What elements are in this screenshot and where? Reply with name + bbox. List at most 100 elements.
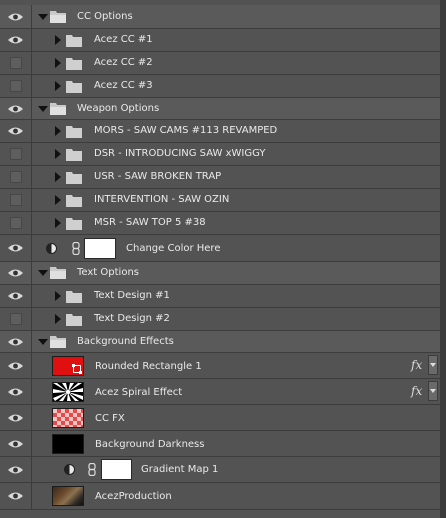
expand-arrow-icon[interactable] <box>55 291 61 301</box>
layer-name: Acez CC #1 <box>94 34 153 45</box>
visibility-toggle[interactable] <box>0 308 32 330</box>
layer-mask-thumbnail[interactable] <box>84 238 116 259</box>
layer-name: DSR - INTRODUCING SAW xWIGGY <box>94 148 266 159</box>
eye-icon <box>8 269 23 277</box>
hidden-box-icon <box>9 194 22 206</box>
layer-name: CC FX <box>95 413 125 424</box>
layer-folder-acez-cc-2[interactable]: Acez CC #2 <box>0 52 446 75</box>
visibility-toggle[interactable] <box>0 353 32 378</box>
eye-icon <box>8 292 23 300</box>
collapse-arrow-icon[interactable] <box>38 106 48 112</box>
layer-folder-dsr[interactable]: DSR - INTRODUCING SAW xWIGGY <box>0 143 446 166</box>
layer-folder-acez-cc-3[interactable]: Acez CC #3 <box>0 75 446 98</box>
effects-expand-icon[interactable] <box>428 355 438 375</box>
link-chain-icon[interactable] <box>72 242 80 255</box>
visibility-toggle[interactable] <box>0 431 32 456</box>
visibility-toggle[interactable] <box>0 98 32 119</box>
visibility-toggle[interactable] <box>0 285 32 307</box>
folder-icon <box>66 195 82 207</box>
eye-icon <box>8 466 23 473</box>
visibility-toggle[interactable] <box>0 405 32 430</box>
collapse-arrow-icon[interactable] <box>38 270 48 276</box>
adjustment-layer-icon <box>64 464 75 475</box>
layer-name: Gradient Map 1 <box>141 464 219 475</box>
collapse-arrow-icon[interactable] <box>38 339 48 345</box>
adjustment-layer-icon <box>46 243 57 254</box>
layer-group-cc-options[interactable]: CC Options <box>0 5 446 29</box>
layer-folder-intervention[interactable]: INTERVENTION - SAW OZIN <box>0 189 446 212</box>
layer-effects-fx-icon[interactable]: fx <box>411 358 422 372</box>
layer-effects-fx-icon[interactable]: fx <box>411 384 422 398</box>
eye-icon <box>8 362 23 369</box>
eye-icon <box>8 127 23 135</box>
layer-acezproduction[interactable]: AcezProduction <box>0 483 446 510</box>
link-chain-icon[interactable] <box>88 463 96 476</box>
expand-arrow-icon[interactable] <box>55 172 61 182</box>
folder-icon <box>66 81 82 93</box>
visibility-toggle[interactable] <box>0 457 32 482</box>
layer-name: MORS - SAW CAMS #113 REVAMPED <box>94 125 278 136</box>
expand-arrow-icon[interactable] <box>55 126 61 136</box>
layer-folder-mors[interactable]: MORS - SAW CAMS #113 REVAMPED <box>0 120 446 143</box>
layer-name: INTERVENTION - SAW OZIN <box>94 194 230 205</box>
expand-arrow-icon[interactable] <box>55 195 61 205</box>
layer-acez-spiral-effect[interactable]: Acez Spiral Effect fx <box>0 379 446 405</box>
folder-icon <box>66 58 82 70</box>
layers-panel: CC Options Acez CC #1 Acez CC #2 Acez CC… <box>0 0 446 518</box>
visibility-toggle[interactable] <box>0 166 32 188</box>
layer-adjustment-gradient-map-1[interactable]: Gradient Map 1 <box>0 457 446 483</box>
visibility-toggle[interactable] <box>0 5 32 28</box>
visibility-toggle[interactable] <box>0 75 32 97</box>
visibility-toggle[interactable] <box>0 143 32 165</box>
layer-cc-fx[interactable]: CC FX <box>0 405 446 431</box>
visibility-toggle[interactable] <box>0 483 32 509</box>
visibility-toggle[interactable] <box>0 212 32 234</box>
folder-open-icon <box>50 103 66 115</box>
eye-icon <box>8 36 23 44</box>
layer-name: Weapon Options <box>77 103 160 114</box>
folder-open-icon <box>50 336 66 348</box>
eye-icon <box>8 492 23 500</box>
layer-folder-acez-cc-1[interactable]: Acez CC #1 <box>0 29 446 52</box>
expand-arrow-icon[interactable] <box>55 81 61 91</box>
layer-name: Acez CC #3 <box>94 80 153 91</box>
expand-arrow-icon[interactable] <box>55 314 61 324</box>
layer-name: Text Options <box>77 267 139 278</box>
scrollbar[interactable] <box>440 0 446 518</box>
layer-group-text-options[interactable]: Text Options <box>0 262 446 285</box>
visibility-toggle[interactable] <box>0 120 32 142</box>
expand-arrow-icon[interactable] <box>55 218 61 228</box>
layer-background-darkness[interactable]: Background Darkness <box>0 431 446 457</box>
layer-thumbnail[interactable] <box>52 434 84 454</box>
layer-group-background-effects[interactable]: Background Effects <box>0 331 446 353</box>
layer-mask-thumbnail[interactable] <box>101 459 132 480</box>
layer-folder-usr[interactable]: USR - SAW BROKEN TRAP <box>0 166 446 189</box>
layer-rounded-rectangle-1[interactable]: Rounded Rectangle 1 fx <box>0 353 446 379</box>
expand-arrow-icon[interactable] <box>55 58 61 68</box>
effects-expand-icon[interactable] <box>428 381 438 401</box>
spiral-thumbnail-image <box>53 383 83 401</box>
visibility-toggle[interactable] <box>0 52 32 74</box>
visibility-toggle[interactable] <box>0 331 32 352</box>
layer-folder-text-design-1[interactable]: Text Design #1 <box>0 285 446 308</box>
visibility-toggle[interactable] <box>0 29 32 51</box>
layer-group-weapon-options[interactable]: Weapon Options <box>0 98 446 120</box>
expand-arrow-icon[interactable] <box>55 35 61 45</box>
hidden-box-icon <box>9 313 22 325</box>
collapse-arrow-icon[interactable] <box>38 14 48 20</box>
layer-thumbnail[interactable] <box>52 486 84 506</box>
layer-thumbnail[interactable] <box>52 408 84 428</box>
visibility-toggle[interactable] <box>0 262 32 284</box>
layer-thumbnail[interactable] <box>52 382 84 402</box>
expand-arrow-icon[interactable] <box>55 149 61 159</box>
visibility-toggle[interactable] <box>0 379 32 404</box>
eye-icon <box>8 244 23 252</box>
visibility-toggle[interactable] <box>0 189 32 211</box>
layer-folder-msr[interactable]: MSR - SAW TOP 5 #38 <box>0 212 446 235</box>
visibility-toggle[interactable] <box>0 235 32 261</box>
layer-folder-text-design-2[interactable]: Text Design #2 <box>0 308 446 331</box>
folder-icon <box>66 149 82 161</box>
layer-thumbnail[interactable] <box>52 356 84 376</box>
layer-name: Text Design #2 <box>94 313 170 324</box>
layer-adjustment-change-color[interactable]: Change Color Here <box>0 235 446 262</box>
